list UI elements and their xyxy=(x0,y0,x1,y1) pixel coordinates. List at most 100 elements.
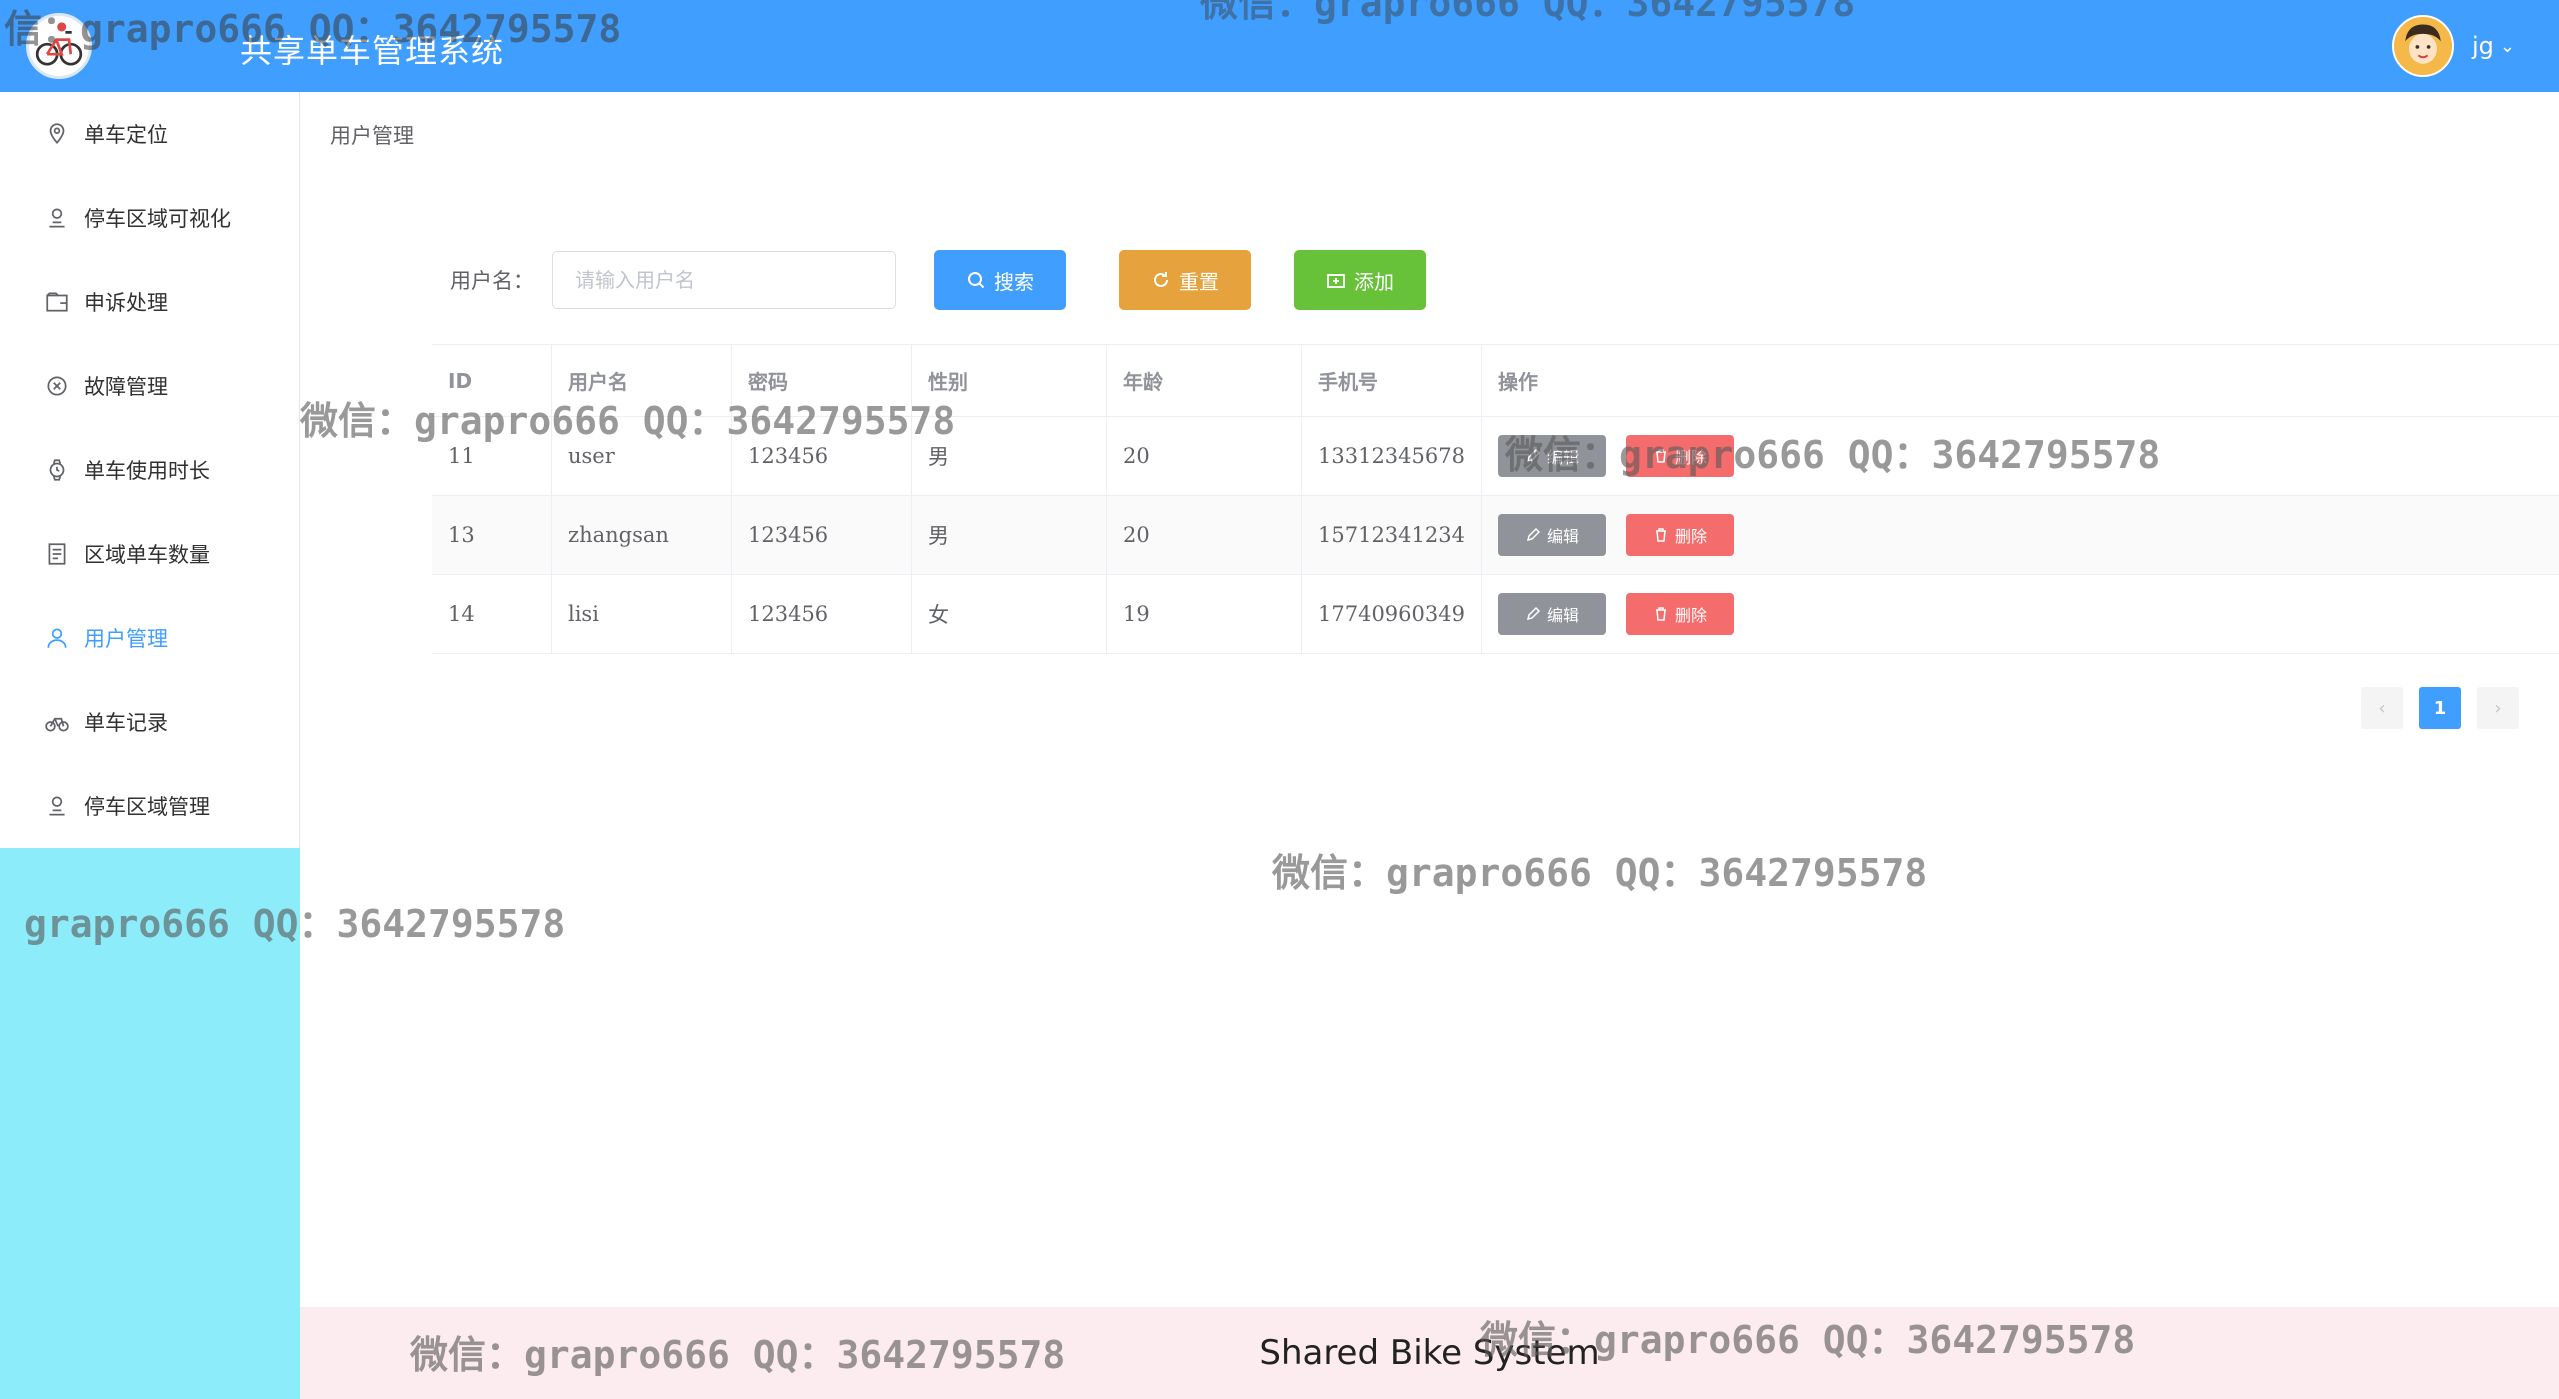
app-root: 共享单车管理系统 jg ⌄ 单车定位 停车区域可视化 申诉处理 故障管理 单车使… xyxy=(0,0,2559,1399)
cell-gender: 女 xyxy=(912,575,1107,653)
cell-id: 13 xyxy=(432,496,552,574)
cell-phone: 15712341234 xyxy=(1302,496,1482,574)
delete-button-label: 删除 xyxy=(1674,527,1707,546)
breadcrumb[interactable]: 用户管理 xyxy=(330,120,414,150)
users-table: ID 用户名 密码 性别 年龄 手机号 操作 11 user 123456 男 … xyxy=(432,344,2559,654)
watch-icon xyxy=(44,457,70,483)
column-header-gender[interactable]: 性别 xyxy=(912,345,1107,416)
cell-id: 11 xyxy=(432,417,552,495)
cell-username: zhangsan xyxy=(552,496,732,574)
chevron-down-icon: ⌄ xyxy=(2499,35,2515,57)
prev-page-button[interactable]: ‹ xyxy=(2361,687,2403,729)
trash-icon xyxy=(1655,449,1666,463)
cell-password: 123456 xyxy=(732,496,912,574)
search-button-label: 搜索 xyxy=(994,269,1034,294)
edit-button[interactable]: 编辑 xyxy=(1498,593,1606,635)
delete-button-label: 删除 xyxy=(1674,606,1707,625)
delete-button-label: 删除 xyxy=(1674,448,1707,467)
cell-actions: 编辑 删除 xyxy=(1482,575,2559,653)
sidebar-item-appeal[interactable]: 申诉处理 xyxy=(0,260,299,344)
search-bar: 用户名： 搜索 重置 添加 xyxy=(450,250,1426,310)
column-header-actions: 操作 xyxy=(1498,370,1538,394)
username[interactable]: jg ⌄ xyxy=(2472,32,2515,60)
cell-gender: 男 xyxy=(912,496,1107,574)
sidebar-item-bike-location[interactable]: 单车定位 xyxy=(0,92,299,176)
table-row[interactable]: 11 user 123456 男 20 13312345678 编辑 删除 xyxy=(432,417,2559,496)
avatar-face-icon xyxy=(2394,17,2452,75)
app-title: 共享单车管理系统 xyxy=(240,32,505,70)
folder-icon xyxy=(44,289,70,315)
bicycle-logo-icon xyxy=(35,22,83,66)
column-header-phone[interactable]: 手机号 xyxy=(1302,345,1482,416)
page-number-button[interactable]: 1 xyxy=(2419,687,2461,729)
sidebar-item-label: 停车区域可视化 xyxy=(84,207,231,231)
pagination: ‹ 1 › xyxy=(2361,687,2519,729)
sidebar-background xyxy=(0,848,300,1399)
cell-actions: 编辑 删除 xyxy=(1482,417,2559,495)
table-row[interactable]: 14 lisi 123456 女 19 17740960349 编辑 删除 xyxy=(432,575,2559,654)
sidebar-item-parking-management[interactable]: 停车区域管理 xyxy=(0,764,299,848)
sidebar-item-label: 区域单车数量 xyxy=(84,543,210,567)
cell-phone: 13312345678 xyxy=(1302,417,1482,495)
next-page-button[interactable]: › xyxy=(2477,687,2519,729)
edit-button[interactable]: 编辑 xyxy=(1498,435,1606,477)
footer: Shared Bike System xyxy=(300,1307,2559,1399)
location-icon xyxy=(44,121,70,147)
username-text: jg xyxy=(2472,32,2494,60)
search-icon xyxy=(968,272,985,289)
sidebar-item-label: 单车定位 xyxy=(84,123,168,147)
edit-icon xyxy=(1526,606,1541,621)
sidebar-item-fault[interactable]: 故障管理 xyxy=(0,344,299,428)
sidebar-item-label: 申诉处理 xyxy=(84,291,168,315)
delete-button[interactable]: 删除 xyxy=(1626,514,1734,556)
search-label: 用户名： xyxy=(450,269,534,293)
user-pin-icon xyxy=(44,205,70,231)
sidebar-item-usage-time[interactable]: 单车使用时长 xyxy=(0,428,299,512)
sidebar-item-area-count[interactable]: 区域单车数量 xyxy=(0,512,299,596)
cell-password: 123456 xyxy=(732,575,912,653)
sidebar-item-parking-visual[interactable]: 停车区域可视化 xyxy=(0,176,299,260)
trash-icon xyxy=(1655,607,1666,621)
add-button-label: 添加 xyxy=(1354,269,1394,294)
sidebar: 单车定位 停车区域可视化 申诉处理 故障管理 单车使用时长 区域单车数量 用户管… xyxy=(0,92,300,848)
edit-icon xyxy=(1526,448,1541,463)
column-header-age[interactable]: 年龄 xyxy=(1107,345,1302,416)
main-content: 用户管理 用户名： 搜索 重置 添加 ID 用户名 密码 性别 xyxy=(300,92,2559,1307)
column-header-password[interactable]: 密码 xyxy=(732,345,912,416)
user-icon xyxy=(44,625,70,651)
cell-id: 14 xyxy=(432,575,552,653)
cell-phone: 17740960349 xyxy=(1302,575,1482,653)
cell-username: lisi xyxy=(552,575,732,653)
username-search-input[interactable] xyxy=(552,251,896,309)
edit-button-label: 编辑 xyxy=(1546,527,1579,546)
edit-icon xyxy=(1526,527,1541,542)
column-header-id[interactable]: ID xyxy=(432,345,552,416)
edit-button[interactable]: 编辑 xyxy=(1498,514,1606,556)
cell-age: 19 xyxy=(1107,575,1302,653)
table-row[interactable]: 13 zhangsan 123456 男 20 15712341234 编辑 删… xyxy=(432,496,2559,575)
table-header-row: ID 用户名 密码 性别 年龄 手机号 操作 xyxy=(432,345,2559,417)
user-menu[interactable]: jg ⌄ xyxy=(2392,14,2515,78)
delete-button[interactable]: 删除 xyxy=(1626,435,1734,477)
refresh-icon xyxy=(1154,272,1168,287)
circle-close-icon xyxy=(44,373,70,399)
logo xyxy=(26,13,92,79)
user-pin-icon xyxy=(44,793,70,819)
sidebar-item-user-management[interactable]: 用户管理 xyxy=(0,596,299,680)
sidebar-item-label: 单车记录 xyxy=(84,711,168,735)
reset-button[interactable]: 重置 xyxy=(1119,250,1251,310)
sidebar-item-bike-records[interactable]: 单车记录 xyxy=(0,680,299,764)
search-button[interactable]: 搜索 xyxy=(934,250,1066,310)
top-header: 共享单车管理系统 jg ⌄ xyxy=(0,0,2559,92)
delete-button[interactable]: 删除 xyxy=(1626,593,1734,635)
bicycle-icon xyxy=(44,709,70,735)
edit-button-label: 编辑 xyxy=(1546,606,1579,625)
edit-button-label: 编辑 xyxy=(1546,448,1579,467)
column-header-username[interactable]: 用户名 xyxy=(552,345,732,416)
avatar[interactable] xyxy=(2392,15,2454,77)
reset-button-label: 重置 xyxy=(1179,269,1219,294)
cell-gender: 男 xyxy=(912,417,1107,495)
cell-age: 20 xyxy=(1107,417,1302,495)
cell-password: 123456 xyxy=(732,417,912,495)
add-button[interactable]: 添加 xyxy=(1294,250,1426,310)
